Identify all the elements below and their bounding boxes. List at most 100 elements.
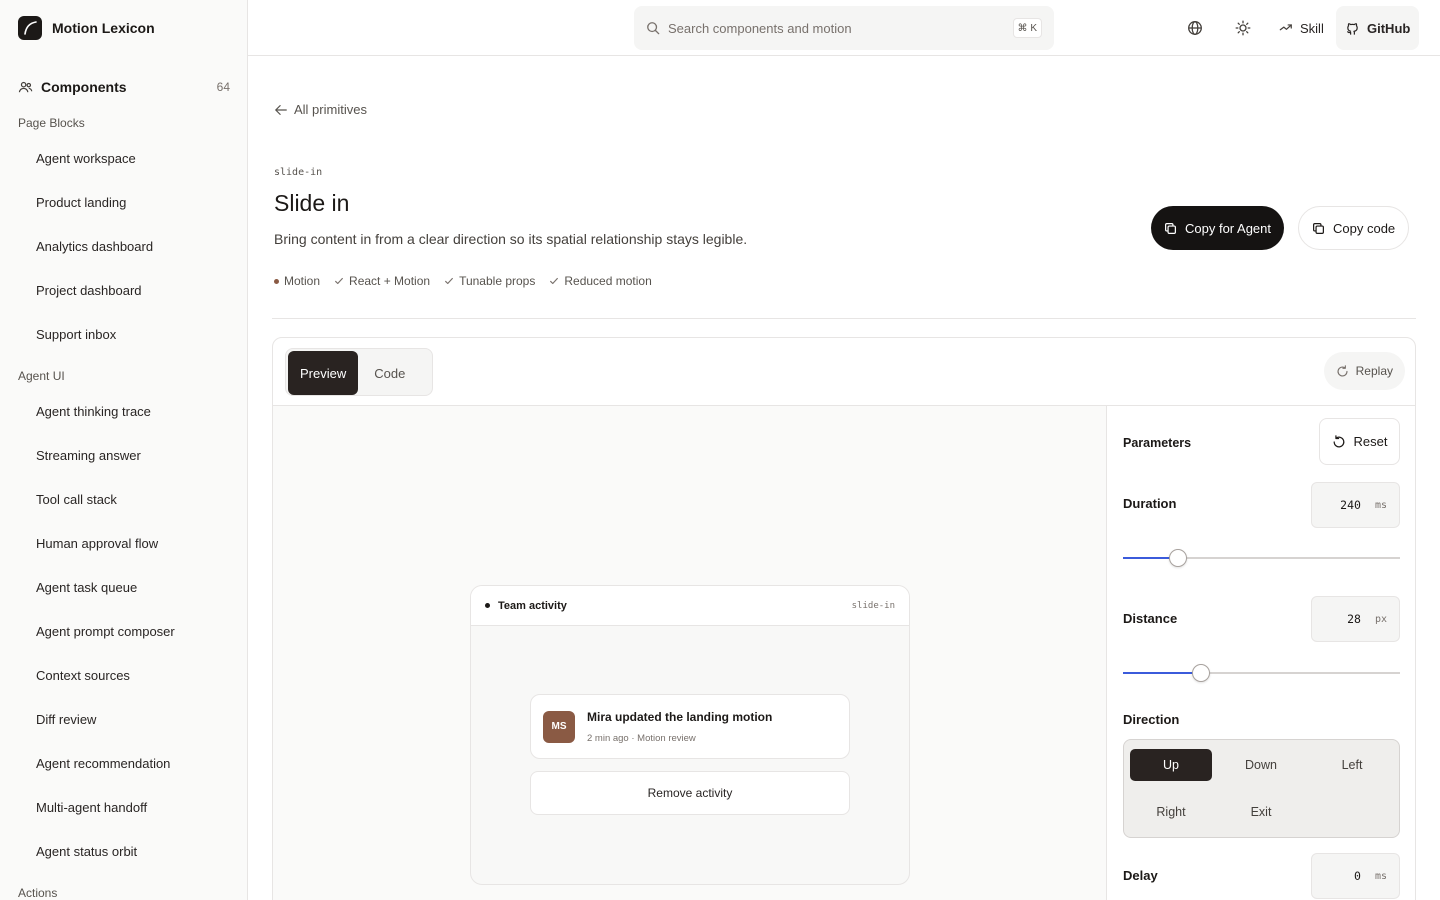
sidebar-item[interactable]: Agent workspace [36, 151, 136, 166]
check-icon [549, 276, 559, 286]
duration-unit: ms [1374, 499, 1387, 511]
tab-preview[interactable]: Preview [288, 351, 359, 395]
skill-icon [1279, 21, 1293, 35]
replay-label: Replay [1355, 364, 1393, 378]
language-icon[interactable] [1185, 18, 1205, 38]
distance-field[interactable]: 28 px [1311, 596, 1400, 642]
back-link[interactable]: All primitives [274, 102, 367, 117]
activity-title: Mira updated the landing motion [587, 709, 773, 724]
sidebar-item[interactable]: Agent task queue [36, 580, 137, 595]
slider-thumb[interactable] [1191, 664, 1210, 682]
copy-icon [1312, 222, 1325, 235]
preview-panel: Preview Code Replay Team activity slide-… [272, 337, 1416, 900]
parameters-title: Parameters [1123, 436, 1192, 450]
delay-field[interactable]: 0 ms [1311, 853, 1400, 899]
search-icon [646, 21, 660, 35]
view-tabs: Preview Code [285, 348, 433, 396]
reset-button[interactable]: Reset [1319, 418, 1400, 465]
bullet-icon [485, 603, 490, 608]
components-label: Components [41, 79, 127, 95]
direction-exit[interactable]: Exit [1220, 796, 1302, 828]
sidebar-item[interactable]: Analytics dashboard [36, 239, 153, 254]
sidebar-item[interactable]: Agent recommendation [36, 756, 170, 771]
section-title: Actions [18, 886, 58, 900]
replay-icon [1336, 364, 1349, 378]
copy-code-label: Copy code [1333, 220, 1396, 236]
activity-meta: 2 min ago · Motion review [587, 732, 696, 744]
delay-value: 0 [1354, 869, 1361, 883]
sidebar-item[interactable]: Project dashboard [36, 283, 142, 298]
components-count: 64 [216, 80, 230, 94]
sidebar-item[interactable]: Tool call stack [36, 492, 117, 507]
tag-motion: Motion [274, 274, 320, 288]
sidebar-item[interactable]: Agent thinking trace [36, 404, 151, 419]
section-title: Page Blocks [18, 116, 85, 130]
copy-for-agent-button[interactable]: Copy for Agent [1151, 206, 1284, 250]
direction-up[interactable]: Up [1130, 749, 1212, 781]
duration-value: 240 [1340, 498, 1361, 512]
tag-label: Reduced motion [564, 274, 652, 288]
sidebar-item[interactable]: Human approval flow [36, 536, 158, 551]
demo-title: Team activity [498, 599, 567, 612]
demo-slug: slide-in [851, 600, 895, 611]
avatar: MS [543, 710, 575, 743]
github-label: GitHub [1367, 20, 1411, 36]
logo-icon [18, 16, 42, 40]
sidebar-item[interactable]: Streaming answer [36, 448, 141, 463]
distance-unit: px [1374, 613, 1387, 625]
tab-code[interactable]: Code [362, 351, 417, 395]
sidebar-item[interactable]: Product landing [36, 195, 126, 210]
check-icon [444, 276, 454, 286]
duration-label: Duration [1123, 496, 1177, 511]
slider-fill [1123, 672, 1201, 674]
direction-right[interactable]: Right [1130, 796, 1212, 828]
sidebar-item[interactable]: Context sources [36, 668, 130, 683]
preview-canvas: Team activity slide-in MS Mira updated t… [273, 406, 1106, 900]
page-description: Bring content in from a clear direction … [274, 231, 748, 247]
tag-label: React + Motion [349, 274, 431, 288]
distance-value: 28 [1347, 612, 1361, 626]
section-title: Agent UI [18, 369, 65, 383]
topbar: Search components and motion ⌘ K Skill G… [248, 0, 1440, 56]
demo-card: Team activity slide-in MS Mira updated t… [470, 585, 910, 885]
sidebar-item[interactable]: Agent status orbit [36, 844, 137, 859]
duration-slider[interactable] [1123, 548, 1400, 568]
activity-text: Mira updated the landing motion 2 min ag… [587, 710, 772, 744]
sidebar-components[interactable]: Components 64 [18, 77, 230, 97]
brand[interactable]: Motion Lexicon [18, 16, 155, 40]
delay-unit: ms [1374, 870, 1387, 882]
page-title: Slide in [274, 190, 350, 216]
demo-header: Team activity slide-in [471, 586, 909, 626]
duration-field[interactable]: 240 ms [1311, 482, 1400, 528]
tag-reduced-motion: Reduced motion [549, 274, 652, 288]
skill-button[interactable]: Skill [1270, 6, 1333, 50]
sidebar-item[interactable]: Support inbox [36, 327, 116, 342]
search-input[interactable]: Search components and motion ⌘ K [634, 6, 1054, 50]
arrow-left-icon [274, 103, 288, 117]
delay-label: Delay [1123, 868, 1158, 883]
components-icon [18, 80, 33, 95]
shortcut-hint: ⌘ K [1012, 18, 1042, 38]
tag-label: Motion [284, 274, 321, 288]
sidebar-item[interactable]: Agent prompt composer [36, 624, 175, 639]
distance-slider[interactable] [1123, 663, 1400, 683]
reset-icon [1332, 434, 1346, 449]
sidebar-item[interactable]: Diff review [36, 712, 96, 727]
slider-thumb[interactable] [1169, 549, 1188, 567]
tag-tunable-props: Tunable props [444, 274, 535, 288]
status-dot-icon [274, 278, 279, 284]
sidebar-item[interactable]: Multi-agent handoff [36, 800, 147, 815]
copy-code-button[interactable]: Copy code [1298, 206, 1410, 250]
component-slug: slide-in [274, 167, 323, 178]
direction-down[interactable]: Down [1220, 749, 1302, 781]
skill-label: Skill [1300, 20, 1324, 36]
tag-label: Tunable props [459, 274, 536, 288]
direction-left[interactable]: Left [1311, 749, 1393, 781]
replay-button[interactable]: Replay [1323, 352, 1405, 390]
feature-tags: Motion React + Motion Tunable props Redu… [274, 274, 652, 288]
theme-toggle-icon[interactable] [1233, 18, 1253, 38]
panel-toolbar: Preview Code Replay [273, 338, 1415, 406]
github-button[interactable]: GitHub [1336, 6, 1420, 50]
remove-activity-button[interactable]: Remove activity [530, 771, 850, 815]
activity-item: MS Mira updated the landing motion 2 min… [530, 694, 850, 759]
